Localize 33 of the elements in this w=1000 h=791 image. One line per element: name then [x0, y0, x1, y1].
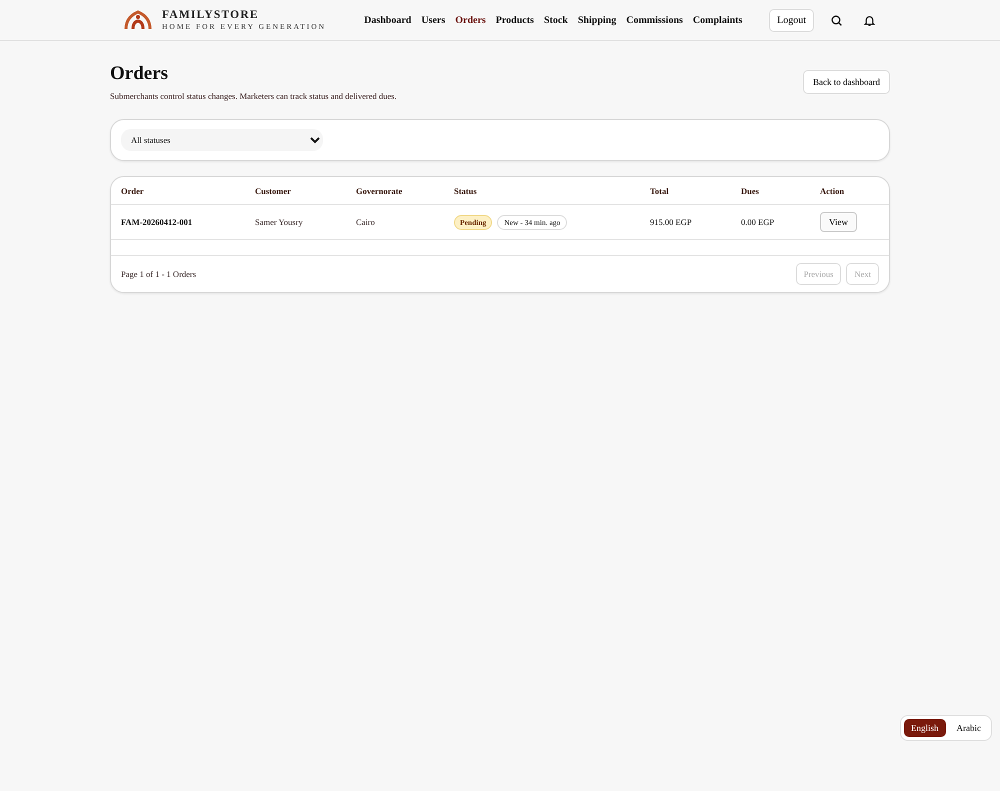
logout-button[interactable]: Logout: [769, 8, 814, 32]
column-header: Action: [820, 186, 846, 196]
column-header: Status: [454, 186, 478, 196]
house-logo-icon: [122, 9, 154, 31]
brand-name: FAMILYSTORE: [162, 10, 260, 21]
status-select[interactable]: All statuses: [121, 129, 323, 151]
language-button[interactable]: Arabic: [950, 719, 988, 737]
column-header: Governorate: [356, 186, 404, 196]
nav-link[interactable]: Shipping: [578, 14, 616, 26]
nav-link[interactable]: Complaints: [692, 14, 742, 26]
nav-link[interactable]: Products: [496, 14, 534, 26]
view-button[interactable]: View: [820, 212, 857, 232]
column-header: Order: [121, 186, 145, 196]
nav-link[interactable]: Users: [421, 14, 446, 26]
nav-link[interactable]: Commissions: [626, 14, 683, 26]
nav-link[interactable]: Orders: [455, 14, 486, 26]
table-cell-text: 915.00 EGP: [650, 217, 693, 227]
table-cell-text: 0.00 EGP: [741, 217, 776, 227]
language-button[interactable]: English: [904, 719, 946, 737]
back-button[interactable]: Back to dashboard: [803, 70, 890, 94]
column-header: Dues: [741, 186, 760, 196]
search-icon[interactable]: [830, 14, 843, 26]
nav-link[interactable]: Dashboard: [364, 14, 412, 26]
pagination-summary: Page 1 of 1 - 1 Orders: [121, 269, 196, 279]
table-cell-text: Cairo: [356, 217, 376, 227]
table-cell-text: FAM-20260412-001: [121, 217, 194, 227]
table-cell-text: Samer Yousry: [255, 217, 304, 227]
nav-link[interactable]: Stock: [544, 14, 568, 26]
bell-icon[interactable]: [863, 14, 876, 26]
page-title: Orders: [110, 63, 170, 85]
column-header: Total: [650, 186, 670, 196]
column-header: Customer: [255, 186, 292, 196]
page-subtitle: Submerchants control status changes. Marketers can track status and delivered dues.: [110, 91, 397, 101]
